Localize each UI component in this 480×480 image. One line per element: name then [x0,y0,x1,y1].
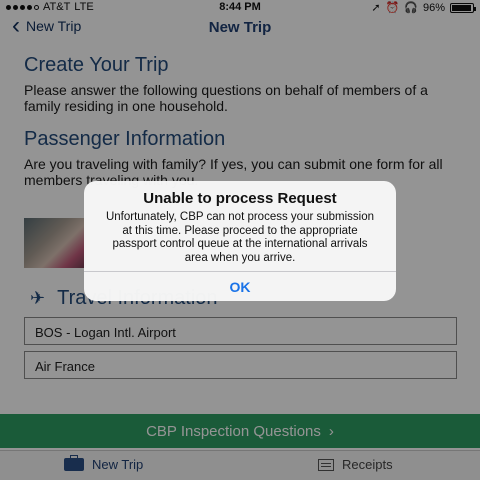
alert-ok-button[interactable]: OK [84,272,396,301]
alert-dialog: Unable to process Request Unfortunately,… [84,181,396,301]
alert-title: Unable to process Request [143,190,337,207]
alert-message: Unfortunately, CBP can not process your … [105,211,375,264]
